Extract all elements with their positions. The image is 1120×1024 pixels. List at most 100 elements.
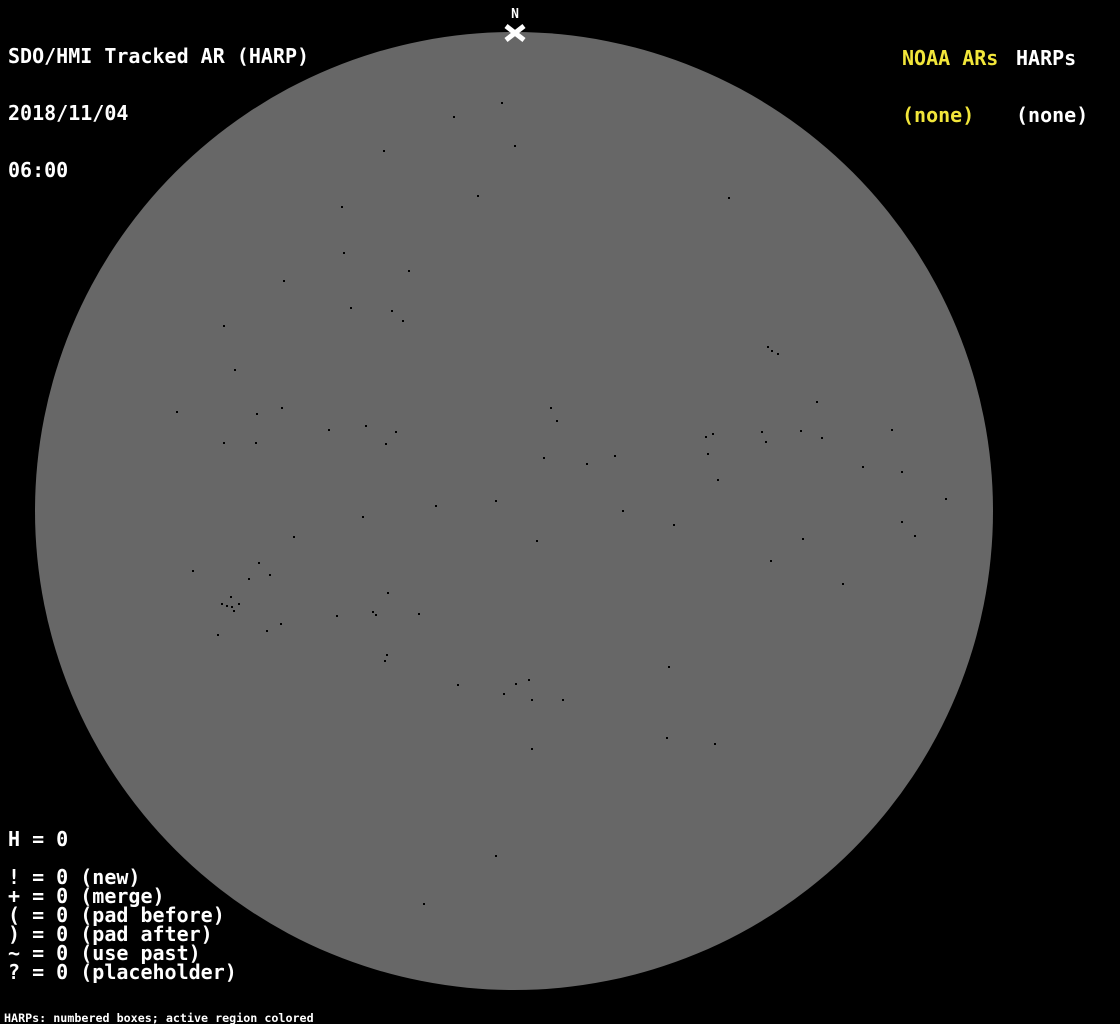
magnetogram-speck — [221, 603, 223, 605]
magnetogram-speck — [821, 437, 823, 439]
page-title: SDO/HMI Tracked AR (HARP) — [8, 44, 310, 68]
noaa-ar-counter-label: NOAA ARs — [902, 46, 999, 70]
magnetogram-speck — [586, 463, 588, 465]
magnetogram-speck — [531, 748, 533, 750]
magnetogram-speck — [386, 654, 388, 656]
magnetogram-speck — [712, 433, 714, 435]
magnetogram-speck — [901, 471, 903, 473]
magnetogram-speck — [256, 413, 258, 415]
magnetogram-speck — [391, 310, 393, 312]
magnetogram-speck — [223, 325, 225, 327]
magnetogram-speck — [423, 903, 425, 905]
magnetogram-speck — [862, 466, 864, 468]
magnetogram-speck — [230, 596, 232, 598]
magnetogram-speck — [336, 615, 338, 617]
magnetogram-speck — [258, 562, 260, 564]
magnetogram-speck — [217, 634, 219, 636]
magnetogram-speck — [501, 102, 503, 104]
magnetogram-speck — [531, 699, 533, 701]
magnetogram-speck — [770, 560, 772, 562]
magnetogram-speck — [761, 431, 763, 433]
magnetogram-speck — [891, 429, 893, 431]
magnetogram-speck — [515, 683, 517, 685]
magnetogram-speck — [372, 611, 374, 613]
north-cross-icon — [504, 24, 526, 42]
magnetogram-speck — [281, 407, 283, 409]
magnetogram-speck — [266, 630, 268, 632]
magnetogram-speck — [562, 699, 564, 701]
magnetogram-speck — [383, 150, 385, 152]
magnetogram-speck — [668, 666, 670, 668]
magnetogram-speck — [495, 855, 497, 857]
magnetogram-speck — [503, 693, 505, 695]
magnetogram-speck — [280, 623, 282, 625]
magnetogram-speck — [418, 613, 420, 615]
magnetogram-speck — [528, 679, 530, 681]
header: SDO/HMI Tracked AR (HARP) 2018/11/04 06:… — [8, 9, 309, 218]
magnetogram-speck — [384, 660, 386, 662]
magnetogram-speck — [800, 430, 802, 432]
magnetogram-speck — [248, 578, 250, 580]
time-label: 06:00 — [8, 158, 69, 182]
footer-line-harps: HARPs: numbered boxes; active region col… — [4, 1011, 314, 1024]
magnetogram-speck — [269, 574, 271, 576]
magnetogram-speck — [714, 743, 716, 745]
noaa-ar-counter-value: (none) — [902, 103, 975, 127]
magnetogram-speck — [283, 280, 285, 282]
magnetogram-speck — [328, 429, 330, 431]
magnetogram-speck — [536, 540, 538, 542]
magnetogram-speck — [816, 401, 818, 403]
magnetogram-speck — [705, 436, 707, 438]
magnetogram-speck — [765, 441, 767, 443]
magnetogram-speck — [457, 684, 459, 686]
magnetogram-speck — [343, 252, 345, 254]
magnetogram-speck — [362, 516, 364, 518]
magnetogram-speck — [387, 592, 389, 594]
magnetogram-speck — [550, 407, 552, 409]
magnetogram-speck — [477, 195, 479, 197]
magnetogram-speck — [556, 420, 558, 422]
harps-counter: HARPs (none) — [1016, 11, 1088, 163]
magnetogram-speck — [453, 116, 455, 118]
magnetogram-speck — [901, 521, 903, 523]
legend-item: ? = 0 (placeholder) — [8, 960, 237, 984]
harps-counter-label: HARPs — [1016, 46, 1077, 70]
magnetogram-speck — [622, 510, 624, 512]
noaa-ar-counter: NOAA ARs (none) — [902, 11, 998, 163]
magnetogram-speck — [375, 614, 377, 616]
magnetogram-speck — [666, 737, 668, 739]
magnetogram-speck — [435, 505, 437, 507]
magnetogram-speck — [495, 500, 497, 502]
magnetogram-speck — [293, 536, 295, 538]
magnetogram-speck — [673, 524, 675, 526]
magnetogram-speck — [771, 350, 773, 352]
magnetogram-speck — [238, 603, 240, 605]
magnetogram-speck — [231, 606, 233, 608]
magnetogram-speck — [395, 431, 397, 433]
harps-counter-value: (none) — [1016, 103, 1089, 127]
magnetogram-speck — [614, 455, 616, 457]
north-label: N — [511, 7, 519, 22]
magnetogram-speck — [707, 453, 709, 455]
magnetogram-speck — [777, 353, 779, 355]
harp-count-line: H = 0 — [8, 827, 69, 851]
magnetogram-speck — [255, 442, 257, 444]
magnetogram-speck — [767, 346, 769, 348]
magnetogram-speck — [945, 498, 947, 500]
magnetogram-speck — [728, 197, 730, 199]
legend: ! = 0 (new) + = 0 (merge)( = 0 (pad befor… — [8, 867, 237, 984]
magnetogram-speck — [802, 538, 804, 540]
magnetogram-speck — [408, 270, 410, 272]
magnetogram-speck — [717, 479, 719, 481]
magnetogram-speck — [192, 570, 194, 572]
magnetogram-speck — [385, 443, 387, 445]
magnetogram-speck — [233, 610, 235, 612]
footer-caption: HARPs: numbered boxes; active region col… — [4, 988, 412, 1024]
solar-harp-map: SDO/HMI Tracked AR (HARP) 2018/11/04 06:… — [0, 0, 1120, 1024]
magnetogram-speck — [176, 411, 178, 413]
magnetogram-speck — [514, 145, 516, 147]
magnetogram-speck — [226, 605, 228, 607]
magnetogram-speck — [341, 206, 343, 208]
magnetogram-speck — [365, 425, 367, 427]
date-label: 2018/11/04 — [8, 101, 129, 125]
